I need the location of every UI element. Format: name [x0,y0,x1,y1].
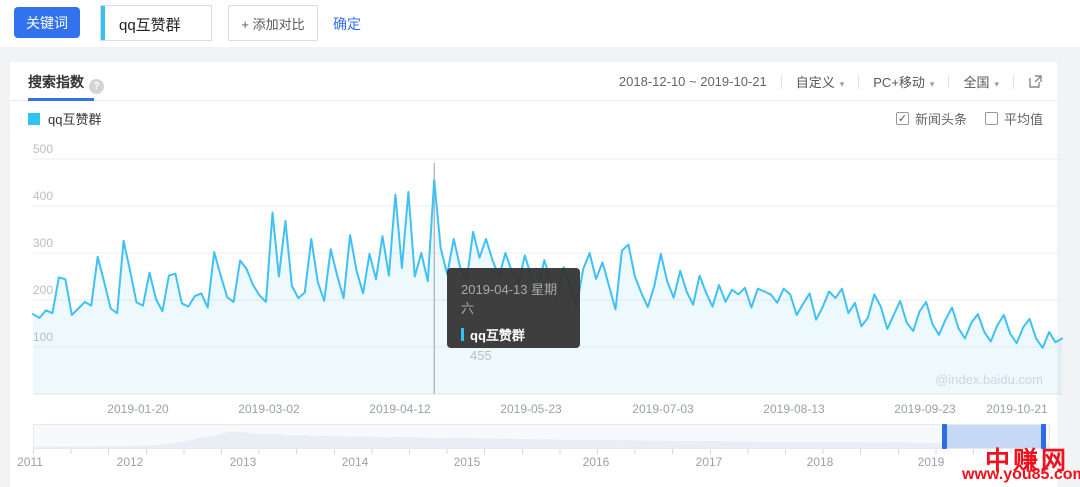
checkbox-icon: ✓ [896,112,909,125]
checkbox-icon [985,112,998,125]
header-separator [948,75,949,89]
timeline-year-label: 2017 [681,455,737,469]
toggle-label: 新闻头条 [915,109,967,128]
tooltip-series-marker [461,328,464,341]
add-compare-button[interactable]: + 添加对比 [228,5,318,41]
header-separator [858,75,859,89]
y-axis-tick-label: 200 [33,283,53,297]
tab-search-index[interactable]: 搜索指数? [28,72,104,94]
legend-color-swatch [28,113,40,125]
filter-dropdown-device[interactable]: PC+移动▾ [873,72,934,91]
tooltip-date: 2019-04-13 星期六 [461,279,566,317]
x-axis-tick-label: 2019-09-23 [880,402,970,416]
timeline-year-label: 2018 [792,455,848,469]
chart-toggles: ✓ 新闻头条 平均值 [896,109,1043,128]
legend-row: qq互赞群 ✓ 新闻头条 平均值 [10,101,1057,135]
legend-series-label: qq互赞群 [48,109,101,128]
header-separator [1013,75,1014,89]
timeline-year-label: 2011 [2,455,58,469]
legend-item[interactable]: qq互赞群 [28,109,101,128]
y-axis-tick-label: 100 [33,330,53,344]
topbar: 关键词 qq互赞群 + 添加对比 确定 [0,0,1080,47]
keyword-accent-bar [101,6,105,40]
x-axis-tick-label: 2019-05-23 [486,402,576,416]
chevron-down-icon: ▾ [930,79,935,89]
panel-header: 搜索指数? 2018-12-10 ~ 2019-10-21 自定义▾ PC+移动▾… [10,62,1057,101]
timeline-handle-left[interactable] [942,424,947,449]
chart-tooltip: 2019-04-13 星期六 qq互赞群 455 [447,268,580,348]
y-axis-tick-label: 400 [33,189,53,203]
x-axis-tick-label: 2019-08-13 [749,402,839,416]
confirm-link[interactable]: 确定 [333,14,361,34]
date-range: 2018-12-10 ~ 2019-10-21 [619,74,767,89]
toggle-news-headlines[interactable]: ✓ 新闻头条 [896,109,967,128]
chart-watermark: @index.baidu.com [935,372,1043,387]
chevron-down-icon: ▾ [994,79,999,89]
tooltip-value: 455 [470,348,566,363]
site-watermark-url: www.you85.com [962,466,1080,484]
x-axis-tick-label: 2019-01-20 [93,402,183,416]
external-link-icon[interactable] [1028,74,1043,89]
timeline-year-label: 2014 [327,455,383,469]
timeline-year-label: 2013 [215,455,271,469]
y-axis-tick-label: 300 [33,236,53,250]
chevron-down-icon: ▾ [840,79,845,89]
keyword-button[interactable]: 关键词 [14,7,80,38]
x-axis-tick-label: 2019-07-03 [618,402,708,416]
help-icon[interactable]: ? [89,79,104,94]
x-axis-tick-label: 2019-03-02 [224,402,314,416]
y-axis-tick-label: 500 [33,142,53,156]
x-axis-tick-label: 2019-10-21 [972,402,1062,416]
timeline-mini-chart [34,425,1049,448]
timeline-year-label: 2019 [903,455,959,469]
timeline-year-label: 2016 [568,455,624,469]
timeline-year-label: 2015 [439,455,495,469]
keyword-input-value: qq互赞群 [119,14,181,35]
chart-filters: 2018-12-10 ~ 2019-10-21 自定义▾ PC+移动▾ 全国▾ [619,62,1043,101]
timeline-year-label: 2012 [102,455,158,469]
x-axis-tick-label: 2019-04-12 [355,402,445,416]
filter-dropdown-daterange-mode[interactable]: 自定义▾ [796,72,845,91]
timeline-ticks [33,449,1050,454]
keyword-input[interactable]: qq互赞群 [100,5,212,41]
tooltip-series-name: qq互赞群 [470,325,525,344]
toggle-average[interactable]: 平均值 [985,109,1043,128]
header-separator [781,75,782,89]
toggle-label: 平均值 [1004,109,1043,128]
tab-label: 搜索指数 [28,74,84,90]
filter-dropdown-region[interactable]: 全国▾ [963,72,999,91]
